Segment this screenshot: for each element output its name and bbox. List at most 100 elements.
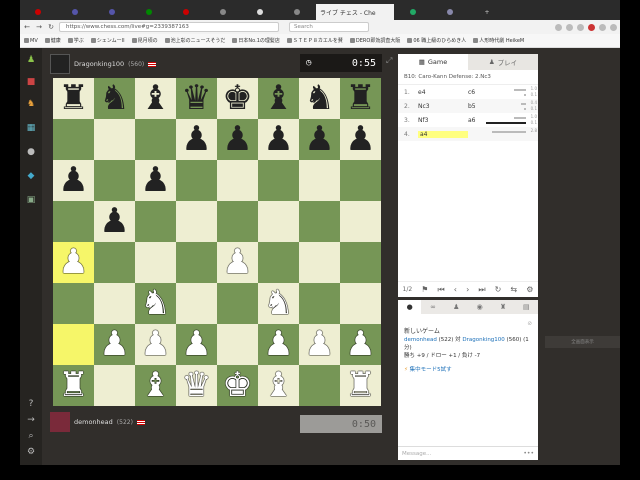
logout-icon[interactable]: → bbox=[25, 414, 37, 426]
chat-menu-icon[interactable]: ••• bbox=[523, 450, 534, 457]
white-knight-icon[interactable]: ♞ bbox=[140, 283, 170, 324]
square-f6[interactable] bbox=[258, 160, 299, 201]
search-input[interactable]: Search bbox=[289, 22, 369, 32]
square-h7[interactable]: ♟ bbox=[340, 119, 381, 160]
square-a7[interactable] bbox=[53, 119, 94, 160]
black-move[interactable]: b5 bbox=[468, 103, 518, 110]
browser-tab[interactable] bbox=[20, 4, 56, 20]
white-pawn-icon[interactable]: ♟ bbox=[345, 324, 375, 365]
puzzle-icon[interactable]: ♞ bbox=[25, 98, 37, 110]
black-pawn-icon[interactable]: ♟ bbox=[58, 160, 88, 201]
square-a1[interactable]: ♜ bbox=[53, 365, 94, 406]
square-c7[interactable] bbox=[135, 119, 176, 160]
bookmark-item[interactable]: ＳＴＥＰ８カエルを賛 bbox=[286, 37, 347, 44]
tab-play[interactable]: ♟ プレイ bbox=[468, 54, 538, 70]
square-a2[interactable] bbox=[53, 324, 94, 365]
browser-tab-active[interactable]: ライブ チェス - Che bbox=[316, 4, 394, 20]
square-h4[interactable] bbox=[340, 242, 381, 283]
addon-icon[interactable] bbox=[599, 23, 606, 31]
play-icon[interactable]: ■ bbox=[25, 76, 37, 88]
square-g4[interactable] bbox=[299, 242, 340, 283]
black-pawn-icon[interactable]: ♟ bbox=[222, 119, 252, 160]
black-queen-icon[interactable]: ♛ bbox=[181, 78, 211, 119]
square-h1[interactable]: ♜ bbox=[340, 365, 381, 406]
white-pawn-icon[interactable]: ♟ bbox=[263, 324, 293, 365]
white-queen-icon[interactable]: ♛ bbox=[181, 365, 211, 406]
black-pawn-icon[interactable]: ♟ bbox=[140, 160, 170, 201]
black-pawn-icon[interactable]: ♟ bbox=[263, 119, 293, 160]
draw-offer-button[interactable]: 1/2 bbox=[403, 286, 413, 293]
avatar[interactable] bbox=[50, 54, 70, 74]
square-c5[interactable] bbox=[135, 201, 176, 242]
square-h3[interactable] bbox=[340, 283, 381, 324]
square-h6[interactable] bbox=[340, 160, 381, 201]
square-a5[interactable] bbox=[53, 201, 94, 242]
black-rook-icon[interactable]: ♜ bbox=[345, 78, 375, 119]
square-h8[interactable]: ♜ bbox=[340, 78, 381, 119]
black-king-icon[interactable]: ♚ bbox=[222, 78, 252, 119]
white-king-icon[interactable]: ♚ bbox=[222, 365, 252, 406]
square-g2[interactable]: ♟ bbox=[299, 324, 340, 365]
square-e5[interactable] bbox=[217, 201, 258, 242]
square-d7[interactable]: ♟ bbox=[176, 119, 217, 160]
bookmark-item[interactable]: 学ぶ bbox=[67, 37, 88, 44]
flag-resign-icon[interactable]: ⚑ bbox=[421, 285, 428, 294]
square-d4[interactable] bbox=[176, 242, 217, 283]
square-d3[interactable] bbox=[176, 283, 217, 324]
bookmark-item[interactable]: 日本No.1の理髪店 bbox=[232, 37, 283, 44]
expand-icon[interactable]: ⤢ bbox=[386, 56, 392, 66]
bookmark-item[interactable]: MV bbox=[24, 38, 42, 44]
white-pawn-icon[interactable]: ♟ bbox=[140, 324, 170, 365]
square-d6[interactable] bbox=[176, 160, 217, 201]
browser-tab[interactable] bbox=[395, 4, 431, 20]
forward-icon[interactable]: → bbox=[35, 23, 43, 31]
square-h5[interactable] bbox=[340, 201, 381, 242]
square-b3[interactable] bbox=[94, 283, 135, 324]
browser-tab[interactable] bbox=[205, 4, 241, 20]
fullscreen-button[interactable]: 全画面表示 bbox=[545, 336, 620, 348]
black-move[interactable]: c6 bbox=[468, 89, 518, 96]
square-b5[interactable]: ♟ bbox=[94, 201, 135, 242]
top-player-name[interactable]: Dragonking100 bbox=[74, 60, 124, 68]
prev-move-icon[interactable]: ‹ bbox=[454, 285, 457, 294]
settings-icon[interactable]: ⚙ bbox=[25, 446, 37, 458]
focus-mode-link[interactable]: ⚡ 集中モード5試す bbox=[404, 366, 532, 374]
star-icon[interactable] bbox=[555, 23, 562, 31]
bookmark-item[interactable]: シェンムーII bbox=[90, 37, 129, 44]
black-bishop-icon[interactable]: ♝ bbox=[263, 78, 293, 119]
tournament-icon[interactable]: ♜ bbox=[491, 300, 514, 314]
square-g8[interactable]: ♞ bbox=[299, 78, 340, 119]
back-icon[interactable]: ← bbox=[23, 23, 31, 31]
opening-name[interactable]: B10: Caro-Kann Defense: 2.Nc3 bbox=[398, 70, 538, 85]
white-pawn-icon[interactable]: ♟ bbox=[99, 324, 129, 365]
chat-input[interactable]: Message... bbox=[398, 446, 538, 460]
bookmark-item[interactable]: DERO即効調査大阪 bbox=[349, 37, 404, 44]
square-g1[interactable] bbox=[299, 365, 340, 406]
square-b7[interactable] bbox=[94, 119, 135, 160]
square-g6[interactable] bbox=[299, 160, 340, 201]
browser-tab[interactable] bbox=[94, 4, 130, 20]
black-pawn-icon[interactable]: ♟ bbox=[99, 201, 129, 242]
square-b2[interactable]: ♟ bbox=[94, 324, 135, 365]
black-rook-icon[interactable]: ♜ bbox=[58, 78, 88, 119]
white-pawn-icon[interactable]: ♟ bbox=[304, 324, 334, 365]
browser-tab[interactable] bbox=[57, 4, 93, 20]
browser-tab[interactable] bbox=[432, 4, 468, 20]
white-pawn-icon[interactable]: ♟ bbox=[181, 324, 211, 365]
square-c1[interactable]: ♝ bbox=[135, 365, 176, 406]
square-g5[interactable] bbox=[299, 201, 340, 242]
help-icon[interactable]: ? bbox=[25, 398, 37, 410]
diamond-icon[interactable]: ◆ bbox=[25, 170, 37, 182]
square-f4[interactable] bbox=[258, 242, 299, 283]
square-e2[interactable] bbox=[217, 324, 258, 365]
friends-icon[interactable]: ▣ bbox=[25, 194, 37, 206]
learn-icon[interactable]: ▦ bbox=[25, 122, 37, 134]
chat-hide-icon[interactable]: ⊘ bbox=[404, 320, 532, 328]
player2-link[interactable]: Dragonking100 bbox=[462, 337, 504, 343]
square-b6[interactable] bbox=[94, 160, 135, 201]
chat-icon[interactable]: ● bbox=[25, 146, 37, 158]
white-knight-icon[interactable]: ♞ bbox=[263, 283, 293, 324]
home-icon[interactable] bbox=[577, 23, 584, 31]
white-move[interactable]: Nf3 bbox=[418, 117, 468, 124]
square-a4[interactable]: ♟ bbox=[53, 242, 94, 283]
